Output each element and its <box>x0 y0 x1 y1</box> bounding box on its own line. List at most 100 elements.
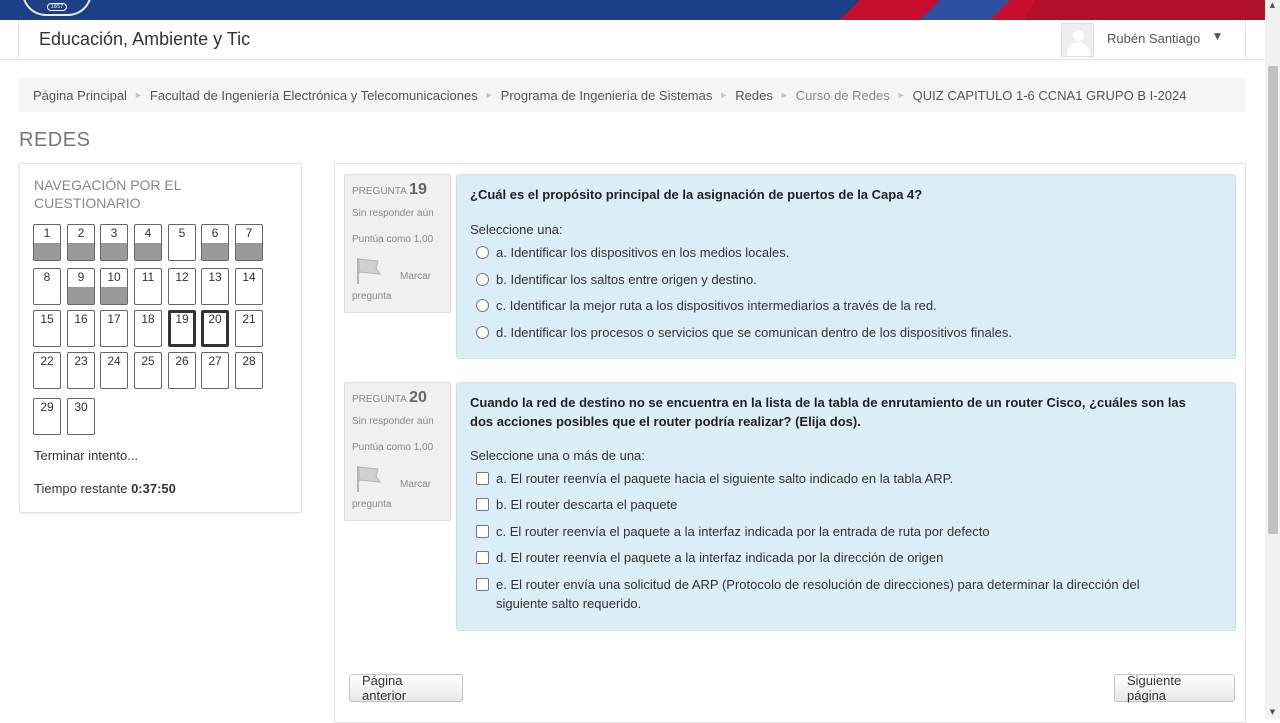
breadcrumb-item[interactable]: Redes <box>735 88 773 103</box>
quiz-nav-button-label: 6 <box>211 226 219 240</box>
quiz-nav-button[interactable]: 12 <box>168 268 196 305</box>
quiz-nav-button-label: 28 <box>242 354 256 368</box>
question-content-19: ¿Cuál es el propósito principal de la as… <box>456 174 1236 359</box>
quiz-nav-button-label: 14 <box>242 270 256 284</box>
answer-option[interactable]: e. El router envía una solicitud de ARP … <box>476 575 1195 613</box>
answer-option[interactable]: c. Identificar la mejor ruta a los dispo… <box>476 296 1195 315</box>
question-state: Sin responder aún <box>352 416 434 427</box>
quiz-nav-button[interactable]: 10 <box>100 268 128 305</box>
quiz-nav-button[interactable]: 19 <box>168 310 196 347</box>
scrollbar-thumb[interactable] <box>1268 66 1278 534</box>
quiz-nav-button[interactable]: 1 <box>33 224 61 261</box>
previous-page-button[interactable]: Página anterior <box>349 673 463 703</box>
quiz-nav-button[interactable]: 4 <box>134 224 162 261</box>
caret-down-icon[interactable]: ▼ <box>1214 32 1221 42</box>
quiz-nav-button[interactable]: 21 <box>235 310 263 347</box>
checkbox[interactable] <box>476 472 489 485</box>
quiz-nav-button[interactable]: 7 <box>235 224 263 261</box>
quiz-nav-button[interactable]: 24 <box>100 352 128 389</box>
time-remaining-label: Tiempo restante <box>34 481 128 496</box>
quiz-nav-button-label: 25 <box>141 354 155 368</box>
radio-button[interactable] <box>476 246 489 259</box>
breadcrumb-item[interactable]: Página Principal <box>33 88 127 103</box>
quiz-nav-button[interactable]: 16 <box>67 310 95 347</box>
quiz-nav-button[interactable]: 18 <box>134 310 162 347</box>
quiz-nav-button[interactable]: 6 <box>201 224 229 261</box>
answer-prompt: Seleccione una o más de una: <box>470 448 645 463</box>
radio-button[interactable] <box>476 299 489 312</box>
quiz-nav-button-label: 22 <box>40 354 54 368</box>
breadcrumb-separator-icon: ► <box>133 90 143 100</box>
quiz-nav-button[interactable]: 9 <box>67 268 95 305</box>
user-menu-name[interactable]: Rubén Santiago <box>1107 31 1200 46</box>
answer-prompt: Seleccione una: <box>470 222 563 237</box>
question-text: ¿Cuál es el propósito principal de la as… <box>470 187 923 202</box>
checkbox[interactable] <box>476 578 489 591</box>
flag-question-label[interactable]: pregunta <box>352 499 391 510</box>
quiz-nav-button-label: 30 <box>74 400 88 414</box>
breadcrumb-separator-icon: ► <box>896 90 906 100</box>
question-info-19: PREGUNTA 19 Sin responder aún Puntúa com… <box>344 174 451 313</box>
quiz-nav-button[interactable]: 30 <box>67 398 95 435</box>
quiz-nav-button[interactable]: 23 <box>67 352 95 389</box>
radio-button[interactable] <box>476 273 489 286</box>
radio-button[interactable] <box>476 326 489 339</box>
question-grade: Puntúa como 1,00 <box>352 442 434 453</box>
scroll-down-icon[interactable]: ▼ <box>1268 708 1277 718</box>
answered-indicator <box>68 287 94 304</box>
breadcrumb-item[interactable]: QUIZ CAPITULO 1-6 CCNA1 GRUPO B I-2024 <box>913 88 1187 103</box>
answer-option[interactable]: c. El router reenvía el paquete a la int… <box>476 522 1195 541</box>
top-banner: 1857 <box>0 0 1265 20</box>
next-page-button[interactable]: Siguiente página <box>1114 673 1235 703</box>
quiz-nav-button[interactable]: 26 <box>168 352 196 389</box>
quiz-nav-button[interactable]: 17 <box>100 310 128 347</box>
checkbox[interactable] <box>476 551 489 564</box>
answered-indicator <box>135 243 161 260</box>
breadcrumb-item[interactable]: Programa de Ingeniería de Sistemas <box>501 88 713 103</box>
quiz-nav-button[interactable]: 5 <box>168 224 196 261</box>
quiz-nav-button[interactable]: 22 <box>33 352 61 389</box>
quiz-nav-button[interactable]: 14 <box>235 268 263 305</box>
flag-question-label[interactable]: Marcar <box>400 271 431 282</box>
user-avatar-icon[interactable] <box>1061 23 1094 57</box>
quiz-nav-button[interactable]: 25 <box>134 352 162 389</box>
site-name[interactable]: Educación, Ambiente y Tic <box>39 29 250 50</box>
quiz-nav-button-label: 11 <box>141 270 155 284</box>
answer-option[interactable]: d. Identificar los procesos o servicios … <box>476 323 1195 342</box>
answer-option[interactable]: a. El router reenvía el paquete hacia el… <box>476 469 1195 488</box>
quiz-nav-button[interactable]: 28 <box>235 352 263 389</box>
answer-option[interactable]: a. Identificar los dispositivos en los m… <box>476 243 1195 262</box>
quiz-nav-button-label: 3 <box>110 226 118 240</box>
quiz-nav-button[interactable]: 15 <box>33 310 61 347</box>
breadcrumb-item[interactable]: Facultad de Ingeniería Electrónica y Tel… <box>150 88 478 103</box>
answered-indicator <box>101 243 127 260</box>
page-scrollbar[interactable]: ▲ ▼ <box>1265 0 1280 719</box>
quiz-nav-button[interactable]: 20 <box>201 310 229 347</box>
quiz-nav-button-label: 18 <box>141 312 155 326</box>
checkbox[interactable] <box>476 525 489 538</box>
university-logo[interactable]: 1857 <box>22 0 92 16</box>
finish-attempt-link[interactable]: Terminar intento... <box>34 448 138 463</box>
quiz-nav-button-label: 13 <box>208 270 222 284</box>
answered-indicator <box>202 243 228 260</box>
quiz-nav-button-label: 17 <box>107 312 121 326</box>
flag-icon[interactable] <box>356 257 382 285</box>
quiz-nav-button-label: 15 <box>40 312 54 326</box>
quiz-nav-button[interactable]: 13 <box>201 268 229 305</box>
flag-icon[interactable] <box>356 465 382 493</box>
scroll-up-icon[interactable]: ▲ <box>1268 1 1277 11</box>
quiz-nav-button[interactable]: 8 <box>33 268 61 305</box>
quiz-nav-button[interactable]: 2 <box>67 224 95 261</box>
answer-option[interactable]: b. Identificar los saltos entre origen y… <box>476 270 1195 289</box>
answer-option[interactable]: d. El router reenvía el paquete a la int… <box>476 548 1195 567</box>
answer-option[interactable]: b. El router descarta el paquete <box>476 495 1195 514</box>
checkbox[interactable] <box>476 498 489 511</box>
breadcrumb-item[interactable]: Curso de Redes <box>796 88 890 103</box>
flag-question-label[interactable]: Marcar <box>400 479 431 490</box>
quiz-nav-button-label: 2 <box>77 226 85 240</box>
quiz-nav-button[interactable]: 27 <box>201 352 229 389</box>
quiz-nav-button[interactable]: 11 <box>134 268 162 305</box>
flag-question-label[interactable]: pregunta <box>352 291 391 302</box>
quiz-nav-button[interactable]: 3 <box>100 224 128 261</box>
quiz-nav-button[interactable]: 29 <box>33 398 61 435</box>
